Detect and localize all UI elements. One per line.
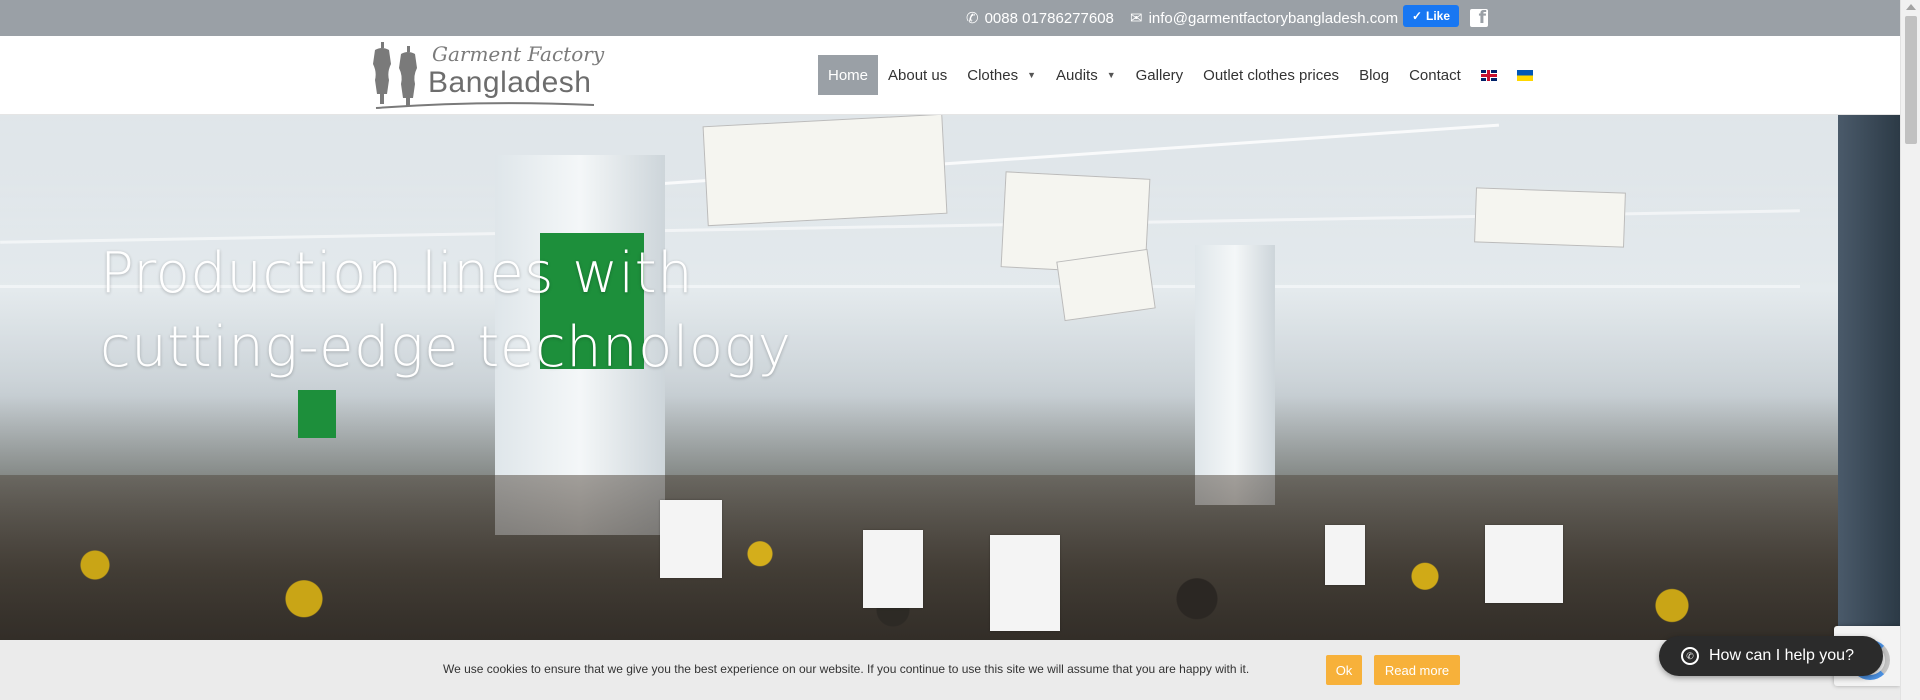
envelope-icon: ✉ xyxy=(1130,10,1143,27)
like-label: Like xyxy=(1426,9,1451,23)
cookie-message: We use cookies to ensure that we give yo… xyxy=(443,662,1250,676)
email-address: info@garmentfactorybangladesh.com xyxy=(1148,9,1399,27)
facebook-icon[interactable]: f xyxy=(1470,9,1488,27)
phone-contact[interactable]: ✆ 0088 01786277608 xyxy=(966,0,1114,36)
nav-contact-label: Contact xyxy=(1409,66,1461,84)
hanging-paper xyxy=(1325,525,1365,585)
nav-home[interactable]: Home xyxy=(818,55,879,95)
nav-outlet-prices[interactable]: Outlet clothes prices xyxy=(1193,55,1349,95)
hanging-paper xyxy=(863,530,923,608)
whatsapp-icon: ✆ xyxy=(1681,647,1699,665)
whatsapp-chat-button[interactable]: ✆ How can I help you? xyxy=(1659,636,1883,676)
chat-label: How can I help you? xyxy=(1709,647,1854,664)
page-scrollbar[interactable] xyxy=(1900,0,1920,700)
nav-gallery-label: Gallery xyxy=(1135,66,1184,84)
phone-number: 0088 01786277608 xyxy=(984,9,1114,27)
nav-about-us[interactable]: About us xyxy=(878,55,957,95)
nav-audits-label: Audits xyxy=(1056,66,1098,84)
notice-sign xyxy=(1474,187,1626,248)
cookie-ok-button[interactable]: Ok xyxy=(1326,655,1362,685)
factory-pillar xyxy=(1195,245,1275,505)
main-navigation: Home About us Clothes ▼ Audits ▼ Gallery O… xyxy=(818,55,1543,95)
line-number-sign xyxy=(1056,248,1156,322)
english-flag-icon[interactable] xyxy=(1480,69,1497,81)
nav-outlet-label: Outlet clothes prices xyxy=(1203,66,1340,84)
scroll-thumb[interactable] xyxy=(1905,16,1917,144)
hero-title: Production lines with cutting-edge techn… xyxy=(100,237,1000,385)
hanging-paper xyxy=(990,535,1060,631)
logo-main-text: Bangladesh xyxy=(428,66,592,99)
nav-gallery[interactable]: Gallery xyxy=(1126,55,1194,95)
facebook-like-button[interactable]: ✓ Like xyxy=(1403,5,1459,27)
window-wall xyxy=(1838,115,1900,700)
hanging-paper xyxy=(660,500,722,578)
thumbs-up-icon: ✓ xyxy=(1411,9,1423,23)
cookie-read-more-button[interactable]: Read more xyxy=(1374,655,1460,685)
nav-audits[interactable]: Audits ▼ xyxy=(1046,55,1126,95)
production-notice-sign xyxy=(702,115,948,227)
site-logo[interactable]: Garment Factory Bangladesh xyxy=(372,40,604,112)
nav-clothes[interactable]: Clothes ▼ xyxy=(957,55,1046,95)
nav-about-label: About us xyxy=(888,66,948,84)
nav-home-label: Home xyxy=(828,66,869,84)
scroll-up-icon[interactable] xyxy=(1906,4,1916,10)
hero-banner: Production lines with cutting-edge techn… xyxy=(0,115,1900,700)
hero-title-line2: cutting-edge technology xyxy=(100,315,792,380)
email-contact[interactable]: ✉ info@garmentfactorybangladesh.com xyxy=(1130,0,1398,36)
nav-clothes-label: Clothes xyxy=(967,66,1019,84)
nav-contact[interactable]: Contact xyxy=(1399,55,1471,95)
caret-down-icon: ▼ xyxy=(1027,70,1037,80)
nav-blog[interactable]: Blog xyxy=(1349,55,1399,95)
mask-poster xyxy=(298,390,336,438)
logo-swoosh xyxy=(375,102,595,109)
hanging-paper xyxy=(1485,525,1563,603)
phone-icon: ✆ xyxy=(966,10,979,27)
site-header: Garment Factory Bangladesh Home About us… xyxy=(0,36,1900,115)
ukrainian-flag-icon[interactable] xyxy=(1516,69,1533,81)
hero-title-line1: Production lines with xyxy=(100,241,694,306)
cookie-consent-bar: We use cookies to ensure that we give yo… xyxy=(0,640,1900,700)
nav-blog-label: Blog xyxy=(1359,66,1390,84)
mannequin-logo-icon xyxy=(373,42,417,106)
logo-script-text: Garment Factory xyxy=(432,42,605,66)
caret-down-icon: ▼ xyxy=(1106,70,1116,80)
top-contact-bar: ✆ 0088 01786277608 ✉ info@garmentfactory… xyxy=(0,0,1900,36)
